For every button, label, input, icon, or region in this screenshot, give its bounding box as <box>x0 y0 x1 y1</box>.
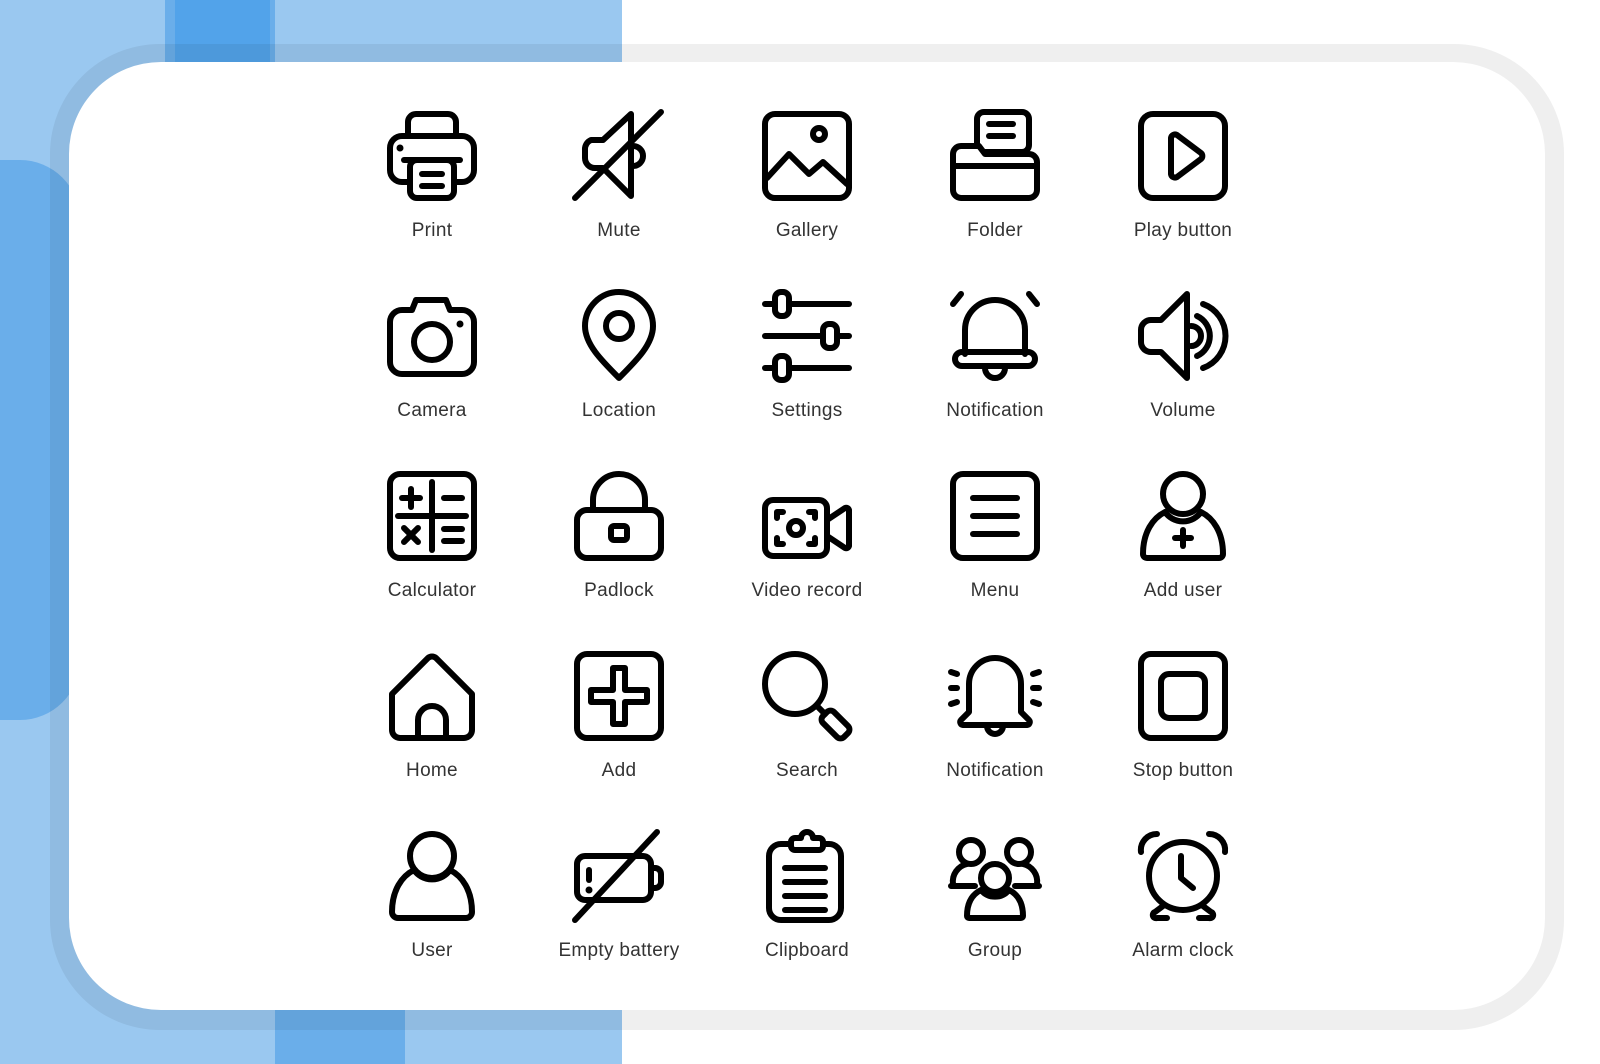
group-icon <box>948 837 1042 921</box>
icon-label: Add <box>601 760 637 781</box>
settings-sliders-icon <box>762 289 852 383</box>
icon-tile: Add <box>529 648 709 818</box>
icon-tile: Print <box>342 108 522 278</box>
gallery-icon <box>762 111 852 201</box>
volume-icon <box>1138 291 1229 381</box>
icon-label: Mute <box>597 220 641 241</box>
icon-tile: Volume <box>1093 288 1273 458</box>
icon-tile: Mute <box>529 108 709 278</box>
icon-label: Search <box>775 760 838 781</box>
icon-label: Play button <box>1133 220 1233 241</box>
calculator-icon <box>387 471 477 561</box>
icon-label: Settings <box>771 400 843 421</box>
ringing-bell-icon <box>948 655 1042 737</box>
icon-tile: Empty battery <box>529 828 709 998</box>
icon-tile: Camera <box>342 288 522 458</box>
add-user-icon <box>1140 471 1226 561</box>
search-icon <box>762 651 853 742</box>
icon-label: User <box>411 940 453 961</box>
icon-label: Add user <box>1143 580 1223 601</box>
icon-tile: Gallery <box>717 108 897 278</box>
icon-label: Folder <box>967 220 1023 241</box>
icon-label: Notification <box>946 400 1044 421</box>
icon-tile: Add user <box>1093 468 1273 638</box>
icon-label: Menu <box>970 580 1020 601</box>
user-icon <box>389 831 475 921</box>
alarm-clock-icon <box>1137 830 1229 922</box>
icon-label: Empty battery <box>558 940 680 961</box>
icon-tile: Play button <box>1093 108 1273 278</box>
icon-label: Padlock <box>584 580 654 601</box>
play-button-icon <box>1138 111 1228 201</box>
location-icon <box>582 289 656 381</box>
printer-icon <box>387 111 477 201</box>
icon-tile: Padlock <box>529 468 709 638</box>
add-icon <box>574 651 664 741</box>
video-record-icon <box>762 497 852 559</box>
icon-tile: Settings <box>717 288 897 458</box>
icon-grid: Print Mute Gallery Folder Play button Camera L… <box>0 0 1600 1064</box>
icon-label: Home <box>406 760 458 781</box>
empty-battery-icon <box>572 829 664 923</box>
icon-tile: Video record <box>717 468 897 638</box>
icon-tile: Calculator <box>342 468 522 638</box>
icon-label: Camera <box>397 400 467 421</box>
icon-tile: Notification <box>905 648 1085 818</box>
icon-label: Group <box>967 940 1023 961</box>
icon-label: Print <box>411 220 453 241</box>
icon-label: Gallery <box>775 220 839 241</box>
icon-tile: Clipboard <box>717 828 897 998</box>
icon-label: Calculator <box>387 580 477 601</box>
icon-tile: Menu <box>905 468 1085 638</box>
menu-icon <box>950 471 1040 561</box>
icon-label: Location <box>581 400 657 421</box>
icon-label: Stop button <box>1132 760 1234 781</box>
icon-tile: Alarm clock <box>1093 828 1273 998</box>
mute-icon <box>572 109 664 201</box>
stop-button-icon <box>1138 651 1228 741</box>
icon-label: Video record <box>751 580 863 601</box>
clipboard-icon <box>766 829 844 923</box>
icon-label: Notification <box>946 760 1044 781</box>
icon-tile: Folder <box>905 108 1085 278</box>
alarm-bell-icon <box>950 291 1040 381</box>
icon-label: Clipboard <box>764 940 850 961</box>
icon-tile: Notification <box>905 288 1085 458</box>
camera-icon <box>387 297 477 377</box>
icon-label: Alarm clock <box>1132 940 1234 961</box>
icon-tile: Stop button <box>1093 648 1273 818</box>
icon-tile: Search <box>717 648 897 818</box>
icon-label: Volume <box>1150 400 1216 421</box>
icon-tile: Home <box>342 648 522 818</box>
icon-tile: Location <box>529 288 709 458</box>
icon-tile: User <box>342 828 522 998</box>
folder-icon <box>950 109 1040 201</box>
home-icon <box>389 653 475 741</box>
padlock-icon <box>574 471 664 561</box>
icon-tile: Group <box>905 828 1085 998</box>
